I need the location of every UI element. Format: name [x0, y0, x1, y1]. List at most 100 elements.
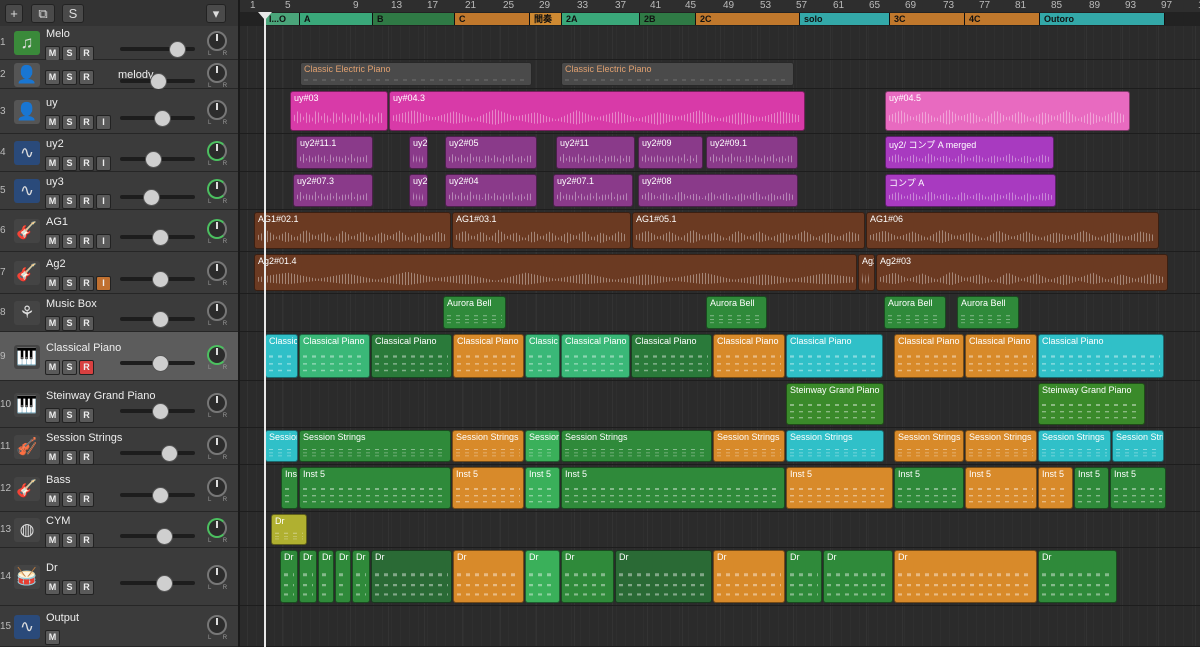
solo-button[interactable]: S [62, 46, 77, 61]
track-header-15[interactable]: 15 ∿ Output M L R [0, 606, 238, 647]
record-button[interactable]: R [79, 276, 94, 291]
fader-knob[interactable] [144, 151, 162, 168]
solo-button[interactable]: S [62, 533, 77, 548]
record-button[interactable]: R [79, 46, 94, 61]
region-11-61[interactable]: Inst 5 [965, 467, 1037, 509]
guitar-icon[interactable]: 🎸 [14, 219, 40, 243]
track-lane-8[interactable]: Aurora Bell Aurora Bell Aurora Bell Aurora … [240, 294, 1200, 332]
fader-knob[interactable] [142, 189, 160, 206]
record-button[interactable]: R [79, 449, 94, 465]
track-name[interactable]: Music Box [46, 298, 97, 310]
region-7-25[interactable]: Aurora Bell [443, 296, 506, 329]
pan-knob[interactable] [207, 62, 227, 83]
fader-knob[interactable] [153, 109, 171, 127]
region-5-20[interactable]: AG1#05.1 [632, 212, 865, 249]
region-3-9[interactable]: uy2#09 [638, 136, 703, 169]
fader-knob[interactable] [152, 402, 170, 420]
waveform-icon[interactable]: ∿ [14, 179, 40, 203]
fader-knob[interactable] [161, 444, 179, 462]
music-box-icon[interactable]: ⚘ [14, 301, 40, 325]
volume-fader[interactable] [120, 444, 195, 462]
marker-9[interactable]: solo [800, 13, 890, 25]
playhead[interactable] [264, 12, 266, 647]
record-button[interactable]: R [79, 156, 94, 171]
record-button[interactable]: R [79, 194, 94, 209]
track-name[interactable]: uy2 [46, 138, 64, 150]
volume-fader[interactable] [120, 402, 195, 420]
fader-knob[interactable] [156, 575, 173, 592]
mute-button[interactable]: M [45, 276, 60, 291]
marker-8[interactable]: 2C [696, 13, 800, 25]
track-name[interactable]: uy3 [46, 176, 64, 188]
region-13-80[interactable]: Dr [1038, 550, 1117, 603]
volume-fader[interactable] [120, 354, 195, 372]
region-8-32[interactable]: Classical Piano [453, 334, 524, 378]
folder-stack-button[interactable]: ⧉ [31, 4, 55, 23]
mute-button[interactable]: M [45, 359, 60, 375]
region-3-8[interactable]: uy2#11 [556, 136, 635, 169]
region-11-57[interactable]: Inst 5 [525, 467, 560, 509]
mute-button[interactable]: M [45, 629, 60, 645]
input-monitor-button[interactable]: I [96, 276, 111, 291]
track-lane-10[interactable]: Steinway Grand Piano Steinway Grand Piano [240, 381, 1200, 428]
pan-knob[interactable] [207, 141, 227, 161]
region-13-78[interactable]: Dr [823, 550, 893, 603]
fader-knob[interactable] [168, 41, 186, 58]
pan-knob[interactable] [207, 476, 227, 497]
waveform-icon[interactable]: ∿ [14, 141, 40, 165]
region-10-47[interactable]: Session Strings [561, 430, 712, 462]
region-5-19[interactable]: AG1#03.1 [452, 212, 631, 249]
solo-button[interactable]: S [62, 580, 77, 595]
track-header-11[interactable]: 11 🎻 Session Strings M S R L R [0, 428, 238, 465]
marker-6[interactable]: 2A [562, 13, 640, 25]
region-13-67[interactable]: Dr [299, 550, 317, 603]
solo-button[interactable]: S [62, 234, 77, 249]
track-name[interactable]: CYM [46, 515, 70, 527]
track-header-14[interactable]: 14 🥁 Dr M S R L R [0, 548, 238, 606]
fader-knob[interactable] [152, 486, 170, 504]
region-13-75[interactable]: Dr [615, 550, 712, 603]
drum-kit-icon[interactable]: 🥁 [14, 565, 40, 589]
track-header-2[interactable]: 2 👤 melody M S R L R [0, 60, 238, 90]
waveform-icon[interactable]: ∿ [14, 614, 40, 639]
region-13-76[interactable]: Dr [713, 550, 785, 603]
region-8-31[interactable]: Classical Piano [371, 334, 452, 378]
region-5-18[interactable]: AG1#02.1 [254, 212, 451, 249]
region-3-6[interactable]: uy2 [409, 136, 428, 169]
input-monitor-button[interactable]: I [96, 194, 111, 209]
record-button[interactable]: R [79, 114, 94, 130]
track-header-8[interactable]: 8 ⚘ Music Box M S R L R [0, 294, 238, 332]
region-9-42[interactable]: Steinway Grand Piano [1038, 383, 1145, 425]
track-header-6[interactable]: 6 🎸 AG1 M S R I L R [0, 210, 238, 252]
region-4-12[interactable]: uy2#07.3 [293, 174, 373, 207]
region-8-34[interactable]: Classical Piano [561, 334, 630, 378]
region-3-10[interactable]: uy2#09.1 [706, 136, 798, 169]
region-8-36[interactable]: Classical Piano [713, 334, 785, 378]
region-8-29[interactable]: Classic [265, 334, 298, 378]
region-11-62[interactable]: Inst 5 [1038, 467, 1073, 509]
track-header-10[interactable]: 10 🎹 Steinway Grand Piano M S R L R [0, 381, 238, 428]
track-name[interactable]: uy [46, 97, 58, 109]
region-6-23[interactable]: Ag2 [858, 254, 875, 291]
region-10-51[interactable]: Session Strings [965, 430, 1037, 462]
pan-knob[interactable] [207, 261, 227, 281]
track-name[interactable]: Melo [46, 28, 70, 40]
volume-fader[interactable] [120, 528, 195, 545]
region-6-22[interactable]: Ag2#01.4 [254, 254, 857, 291]
mute-button[interactable]: M [45, 114, 60, 130]
pan-knob[interactable] [207, 614, 227, 635]
track-name[interactable]: Session Strings [46, 432, 122, 444]
region-4-14[interactable]: uy2#04 [445, 174, 537, 207]
mute-button[interactable]: M [45, 407, 60, 423]
track-lane-12[interactable]: Inst Inst 5 Inst 5 Inst 5 Inst 5 Inst 5 Inst 5… [240, 465, 1200, 512]
region-11-60[interactable]: Inst 5 [894, 467, 964, 509]
mute-button[interactable]: M [45, 491, 60, 507]
volume-fader[interactable] [120, 271, 195, 288]
input-monitor-button[interactable]: I [96, 156, 111, 171]
region-10-44[interactable]: Session Strings [299, 430, 451, 462]
pan-knob[interactable] [207, 31, 227, 51]
track-name[interactable]: Output [46, 612, 79, 624]
pan-knob[interactable] [207, 344, 227, 365]
mute-button[interactable]: M [45, 316, 60, 331]
track-header-3[interactable]: 3 👤 uy M S R I L R [0, 89, 238, 134]
